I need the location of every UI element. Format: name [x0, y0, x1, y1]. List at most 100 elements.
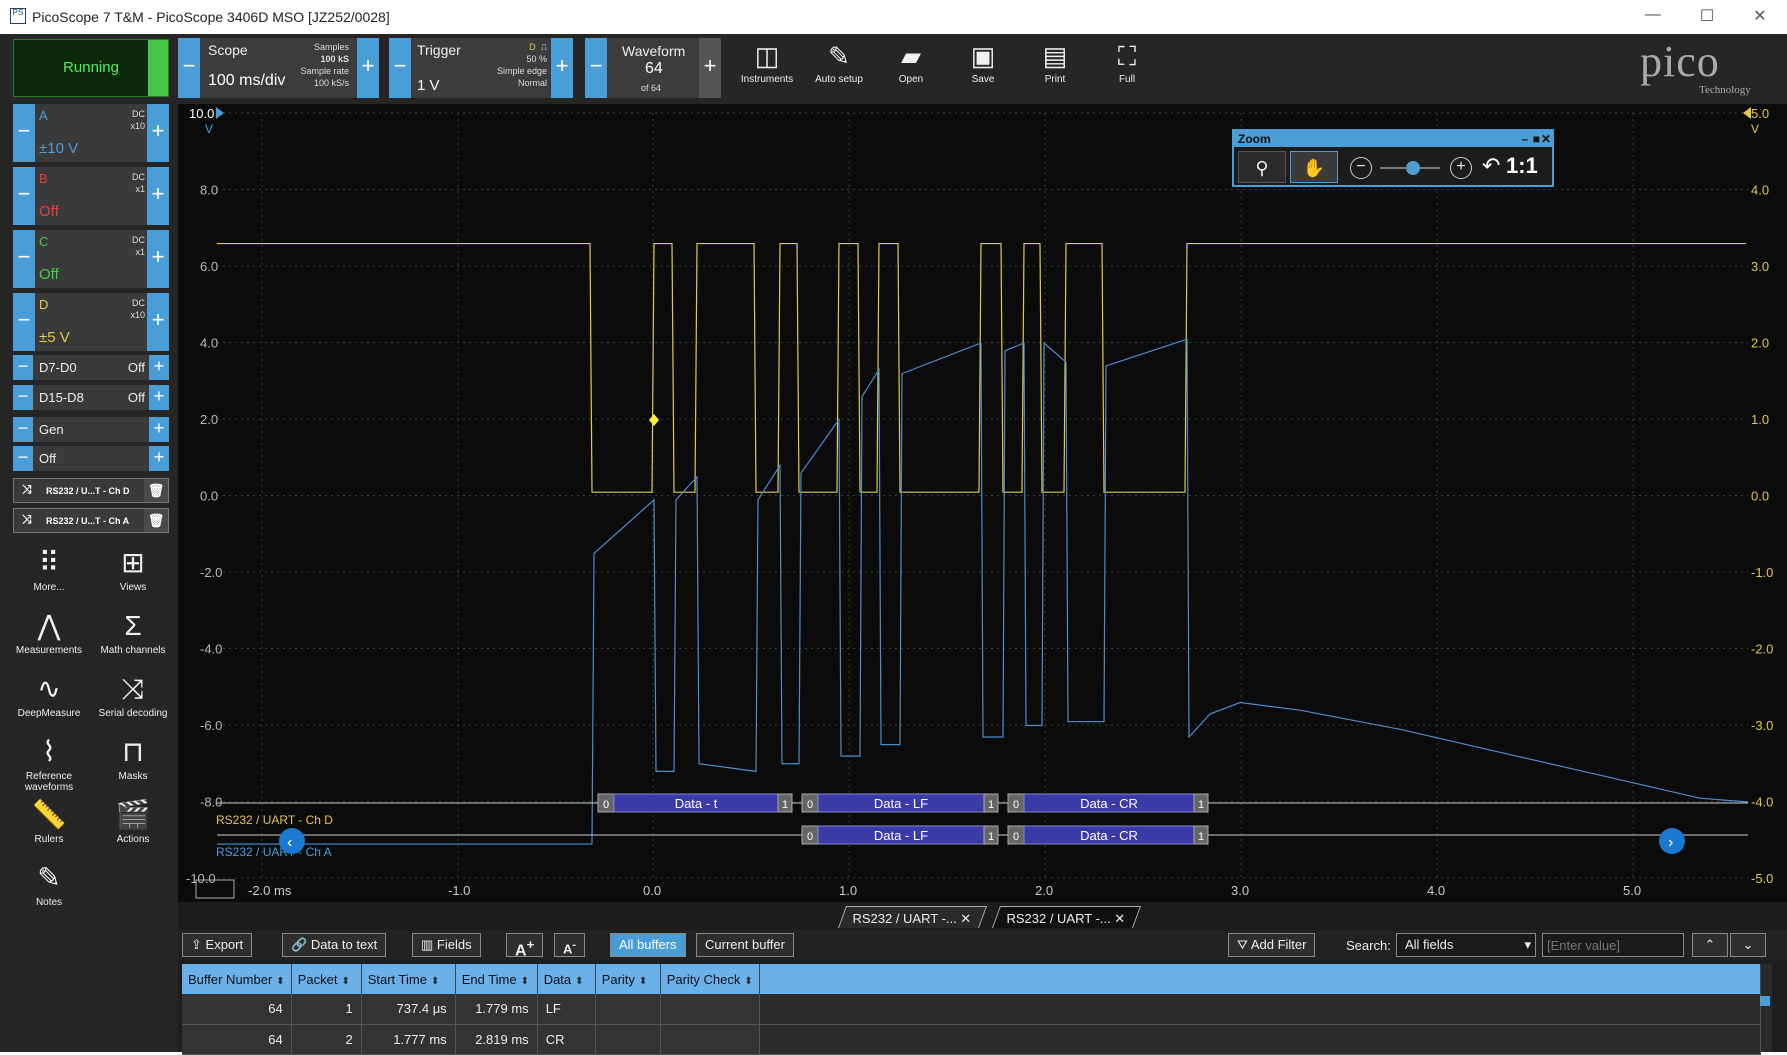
sort-icon[interactable]: ⬍: [341, 976, 349, 987]
trigger-mode[interactable]: Normal: [497, 77, 547, 89]
column-header[interactable]: Parity Check ⬍: [660, 964, 760, 994]
save-button[interactable]: ▣ Save: [953, 38, 1013, 85]
more-button[interactable]: ⠿ More...: [9, 544, 89, 593]
channel-a-decrease[interactable]: −: [13, 104, 35, 162]
waveform-prev-button[interactable]: −: [585, 38, 607, 98]
views-button[interactable]: ⊞ Views: [93, 544, 173, 593]
digital-d15-d8-control[interactable]: − D15-D8 Off +: [13, 385, 169, 410]
font-decrease-button[interactable]: A-: [554, 933, 585, 957]
delete-icon[interactable]: 🗑: [144, 509, 168, 532]
table-scrollbar[interactable]: [1760, 996, 1770, 1006]
trigger-increase-button[interactable]: +: [551, 38, 573, 98]
measurements-button[interactable]: ⋀ Measurements: [9, 607, 89, 656]
search-previous-button[interactable]: ⌃: [1692, 933, 1728, 957]
data-to-text-button[interactable]: 🔗 Data to text: [282, 933, 387, 957]
sort-icon[interactable]: ⬍: [639, 976, 647, 987]
deepmeasure-button[interactable]: ∿ DeepMeasure: [9, 670, 89, 719]
column-header[interactable]: Data ⬍: [537, 964, 596, 994]
channel-a-increase[interactable]: +: [147, 104, 169, 162]
generator-decrease[interactable]: −: [13, 417, 33, 442]
fields-button[interactable]: ▥ Fields: [412, 933, 481, 957]
zoom-tool-button[interactable]: ⚲: [1238, 151, 1286, 183]
close-icon[interactable]: ✕: [960, 911, 971, 927]
minimize-icon[interactable]: –: [1521, 131, 1528, 147]
column-header[interactable]: Buffer Number ⬍: [182, 964, 292, 994]
font-increase-button[interactable]: A+: [506, 933, 544, 959]
scope-view[interactable]: 10.0 8.0 6.0 4.0 2.0 0.0 -2.0 -4.0 -6.0 -8.0 -10.0…: [178, 104, 1787, 902]
generator-state-control[interactable]: − Off +: [13, 446, 169, 471]
timebase-increase-button[interactable]: +: [357, 38, 379, 98]
sort-icon[interactable]: ⬍: [744, 976, 752, 987]
column-header[interactable]: End Time ⬍: [455, 964, 538, 994]
channel-a-control[interactable]: − A DC x10 ±10 V +: [13, 104, 169, 162]
digital-d7-d0-increase[interactable]: +: [149, 355, 169, 380]
scope-graph[interactable]: 10.08.06.04.02.00.0-2.0-4.0-6.0-8.0-10.0…: [178, 104, 1787, 902]
generator-control[interactable]: − Gen +: [13, 417, 169, 442]
close-icon[interactable]: ✕: [1541, 131, 1551, 147]
export-button[interactable]: ⇪ Export: [182, 933, 253, 957]
full-screen-button[interactable]: ⛶ Full: [1097, 38, 1157, 85]
channel-b-decrease[interactable]: −: [13, 167, 35, 225]
digital-d15-d8-decrease[interactable]: −: [13, 385, 33, 410]
timebase-decrease-button[interactable]: −: [178, 38, 200, 98]
timebase-value[interactable]: 100 ms/div: [208, 72, 285, 90]
close-button[interactable]: ✕: [1745, 6, 1775, 26]
pan-tool-button[interactable]: ✋: [1290, 151, 1338, 183]
run-stop-button[interactable]: Running: [13, 39, 169, 97]
waveform-number[interactable]: 64: [645, 60, 663, 78]
channel-b-increase[interactable]: +: [147, 167, 169, 225]
maximize-icon[interactable]: ■: [1533, 131, 1540, 147]
all-buffers-toggle[interactable]: All buffers: [610, 933, 686, 957]
delete-icon[interactable]: 🗑: [144, 479, 168, 502]
generator-state-decrease[interactable]: −: [13, 446, 33, 471]
digital-d15-d8-increase[interactable]: +: [149, 385, 169, 410]
waveform-next-button[interactable]: +: [699, 38, 721, 98]
rulers-button[interactable]: 📏 Rulers: [9, 796, 89, 845]
channel-c-control[interactable]: − C DC x1 Off +: [13, 230, 169, 288]
search-input[interactable]: [1542, 933, 1684, 957]
column-header[interactable]: Packet ⬍: [291, 964, 362, 994]
samples-value[interactable]: 100 kS: [300, 53, 349, 65]
trigger-decrease-button[interactable]: −: [389, 38, 411, 98]
zoom-ratio[interactable]: 1:1: [1506, 153, 1538, 179]
zoom-out-button[interactable]: −: [1350, 157, 1372, 179]
channel-c-decrease[interactable]: −: [13, 230, 35, 288]
channel-d-control[interactable]: − D DC x10 ±5 V +: [13, 293, 169, 351]
digital-d7-d0-decrease[interactable]: −: [13, 355, 33, 380]
add-filter-button[interactable]: ⛛ Add Filter: [1228, 933, 1316, 957]
digital-d7-d0-control[interactable]: − D7-D0 Off +: [13, 355, 169, 380]
channel-b-control[interactable]: − B DC x1 Off +: [13, 167, 169, 225]
instruments-button[interactable]: ◫ Instruments: [737, 38, 797, 85]
decoder-ch-a[interactable]: ⤨ RS232 / U...T - Ch A 🗑: [13, 508, 169, 533]
channel-d-decrease[interactable]: −: [13, 293, 35, 351]
column-header[interactable]: Parity ⬍: [595, 964, 661, 994]
decoder-ch-d[interactable]: ⤨ RS232 / U...T - Ch D 🗑: [13, 478, 169, 503]
current-buffer-toggle[interactable]: Current buffer: [696, 933, 794, 957]
table-row[interactable]: 64 2 1.777 ms 2.819 ms CR: [182, 1024, 1761, 1055]
math-channels-button[interactable]: Σ Math channels: [93, 607, 173, 656]
print-button[interactable]: ▤ Print: [1025, 38, 1085, 85]
sort-icon[interactable]: ⬍: [431, 976, 439, 987]
column-header[interactable]: Start Time ⬍: [361, 964, 456, 994]
actions-button[interactable]: 🎬 Actions: [93, 796, 173, 845]
open-button[interactable]: ▰ Open: [881, 38, 941, 85]
generator-state-increase[interactable]: +: [149, 446, 169, 471]
maximize-button[interactable]: ☐: [1692, 6, 1722, 26]
reference-waveforms-button[interactable]: ⌇ Reference waveforms: [9, 733, 89, 793]
generator-increase[interactable]: +: [149, 417, 169, 442]
sort-icon[interactable]: ⬍: [575, 976, 583, 987]
table-row[interactable]: 64 1 737.4 μs 1.779 ms LF: [182, 994, 1761, 1025]
close-icon[interactable]: ✕: [1114, 911, 1125, 927]
trigger-marker[interactable]: [649, 414, 659, 426]
undo-zoom-icon[interactable]: ↶: [1482, 153, 1500, 179]
tab-decoder-1[interactable]: RS232 / UART -... ✕: [837, 906, 987, 928]
serial-decoding-button[interactable]: ⤨ Serial decoding: [93, 670, 173, 719]
minimize-button[interactable]: —: [1638, 6, 1668, 24]
sort-icon[interactable]: ⬍: [521, 976, 529, 987]
search-field-select[interactable]: All fields ▾: [1396, 933, 1536, 957]
zoom-slider-thumb[interactable]: [1406, 161, 1420, 175]
sort-icon[interactable]: ⬍: [276, 976, 284, 987]
zoom-in-button[interactable]: +: [1450, 157, 1472, 179]
auto-setup-button[interactable]: ✎ Auto setup: [809, 38, 869, 85]
notes-button[interactable]: ✎ Notes: [9, 859, 89, 908]
